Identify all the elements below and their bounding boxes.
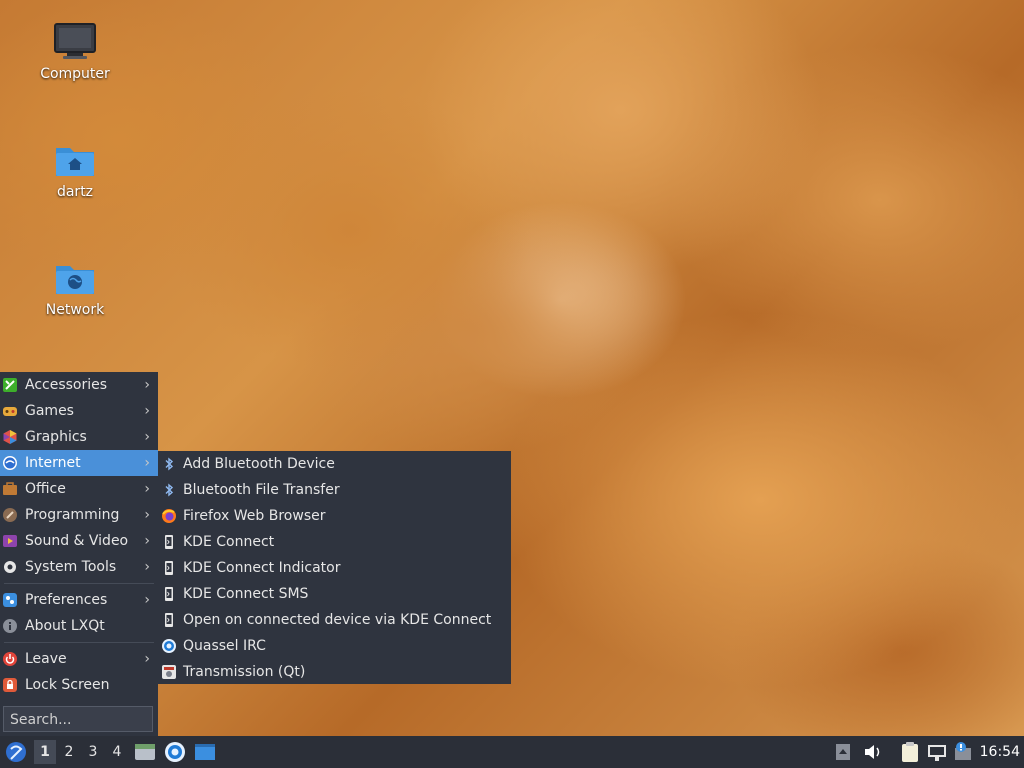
office-icon [3,482,17,495]
update-notifier-icon [955,742,971,760]
desktop-icon-home-folder[interactable]: dartz [27,140,123,200]
home-folder-icon [56,148,94,176]
menu-item-graphics[interactable]: Graphics › [0,424,158,450]
submenu-item-quassel-irc[interactable]: Quassel IRC [158,633,511,659]
bluetooth-icon [165,457,174,471]
chevron-right-icon: › [144,559,150,575]
menu-item-games[interactable]: Games › [0,398,158,424]
kde-connect-icon [165,587,173,601]
submenu-item-bluetooth-file-transfer[interactable]: Bluetooth File Transfer [158,477,511,503]
file-manager-icon [135,744,155,760]
chevron-right-icon: › [144,507,150,523]
workspace-4[interactable]: 4 [106,740,128,764]
show-desktop-button[interactable] [193,740,217,764]
update-notifier-tray[interactable] [952,740,974,764]
start-menu-button[interactable] [4,740,28,764]
submenu-item-kde-connect[interactable]: KDE Connect [158,529,511,555]
lxqt-logo-icon [6,742,26,762]
chevron-right-icon: › [144,481,150,497]
menu-item-lock-screen[interactable]: Lock Screen [0,672,158,698]
computer-icon [54,23,96,59]
menu-separator [4,583,154,584]
menu-item-leave[interactable]: Leave › [0,646,158,672]
workspace-3[interactable]: 3 [82,740,104,764]
kde-connect-icon [165,535,173,549]
desktop-icon-label: Computer [40,66,110,82]
application-menu: Accessories › Games › Graphics › Interne… [0,372,158,736]
menu-item-preferences[interactable]: Preferences › [0,587,158,613]
workspace-1[interactable]: 1 [34,740,56,764]
volume-icon [865,745,880,759]
volume-control[interactable] [862,740,884,764]
chevron-right-icon: › [144,455,150,471]
bluetooth-icon [165,483,174,497]
menu-item-office[interactable]: Office › [0,476,158,502]
submenu-item-open-on-connected-device[interactable]: Open on connected device via KDE Connect [158,607,511,633]
chevron-right-icon: › [144,377,150,393]
network-folder-icon [56,266,94,294]
kde-connect-icon [165,613,173,627]
quassel-icon [162,639,176,653]
internet-submenu: Add Bluetooth Device Bluetooth File Tran… [158,451,511,684]
chevron-right-icon: › [144,403,150,419]
system-tools-icon [4,561,16,573]
preferences-icon [3,593,17,607]
menu-item-internet[interactable]: Internet › [0,450,158,476]
chevron-right-icon: › [144,651,150,667]
network-tray[interactable] [926,740,948,764]
clipboard-tray[interactable] [899,740,921,764]
chevron-right-icon: › [144,429,150,445]
desktop-icon-label: dartz [56,184,94,200]
desktop-icon [195,744,215,760]
menu-search-input[interactable]: Search... [3,706,153,732]
clock[interactable]: 16:54 [980,736,1020,768]
chevron-right-icon: › [144,533,150,549]
tray-expander[interactable] [834,740,852,764]
desktop-icon-label: Network [45,302,105,318]
menu-item-about-lxqt[interactable]: About LXQt [0,613,158,639]
menu-item-accessories[interactable]: Accessories › [0,372,158,398]
quassel-icon [165,742,185,762]
power-icon [3,652,17,666]
quassel-launcher[interactable] [163,740,187,764]
lock-icon [3,678,17,692]
menu-item-programming[interactable]: Programming › [0,502,158,528]
programming-icon [3,508,17,522]
submenu-item-transmission[interactable]: Transmission (Qt) [158,659,511,685]
search-placeholder: Search... [10,712,72,728]
graphics-icon [3,430,17,444]
submenu-item-kde-connect-indicator[interactable]: KDE Connect Indicator [158,555,511,581]
menu-item-system-tools[interactable]: System Tools › [0,554,158,580]
menu-separator [4,642,154,643]
network-wired-icon [928,745,946,761]
submenu-item-firefox[interactable]: Firefox Web Browser [158,503,511,529]
desktop-icon-computer[interactable]: Computer [27,22,123,82]
workspace-2[interactable]: 2 [58,740,80,764]
internet-icon [3,456,17,470]
taskbar: 1 2 3 4 16:54 [0,736,1024,768]
kde-connect-icon [165,561,173,575]
file-manager-launcher[interactable] [134,740,156,764]
menu-item-sound-video[interactable]: Sound & Video › [0,528,158,554]
submenu-item-kde-connect-sms[interactable]: KDE Connect SMS [158,581,511,607]
accessories-icon [3,378,17,392]
submenu-item-add-bluetooth-device[interactable]: Add Bluetooth Device [158,451,511,477]
transmission-icon [162,665,176,679]
games-icon [3,407,17,416]
chevron-right-icon: › [144,592,150,608]
tray-up-arrow-icon [836,744,850,760]
info-icon [3,619,17,633]
clipboard-icon [902,742,918,762]
firefox-icon [162,509,176,523]
desktop-icon-network[interactable]: Network [27,258,123,318]
sound-video-icon [3,535,17,547]
